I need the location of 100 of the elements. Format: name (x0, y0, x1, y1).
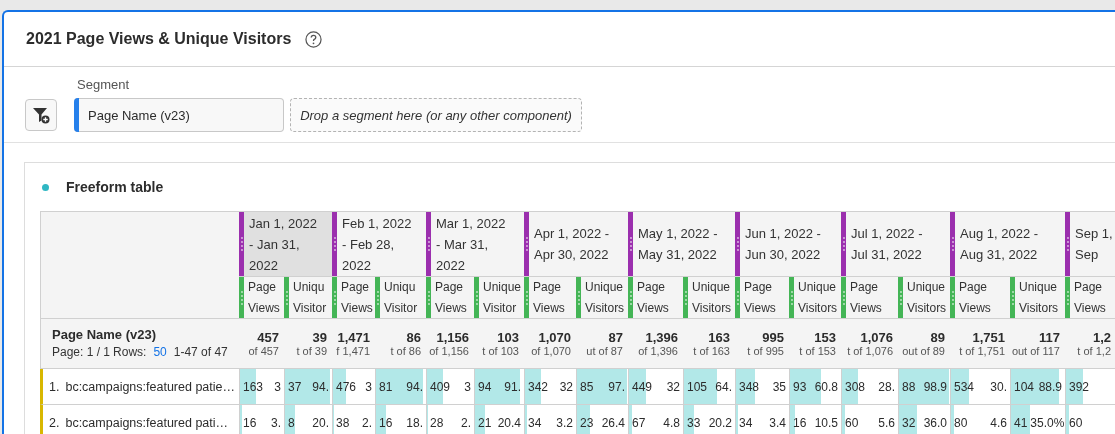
cell-value: 348 (739, 379, 760, 394)
cell-value: 476 (336, 379, 357, 394)
segment-drop-zone[interactable]: Drop a segment here (or any other component) (290, 98, 582, 132)
drag-handle-icon[interactable] (790, 289, 793, 306)
date-column-header[interactable]: Sep 1, Sep (1065, 212, 1115, 277)
column-total-share: of 1,070 (531, 345, 571, 357)
add-filter-button[interactable] (25, 99, 57, 131)
rows-per-page-link[interactable]: 50 (153, 345, 167, 359)
drag-handle-icon[interactable] (240, 289, 243, 306)
drag-handle-icon[interactable] (577, 289, 580, 306)
metric-column-header[interactable]: Unique Visitors (683, 277, 735, 319)
date-column-header[interactable]: Jun 1, 2022 - Jun 30, 2022 (735, 212, 841, 277)
metric-column-header[interactable]: Unique Visitors (1010, 277, 1065, 319)
metric-column-header[interactable]: Page Views (239, 277, 284, 319)
cell-percent: 18. (406, 415, 423, 430)
column-total-share: t of 1,751 (959, 345, 1005, 357)
column-total-share: t of 86 (390, 345, 421, 357)
date-column-header[interactable]: Apr 1, 2022 - Apr 30, 2022 (524, 212, 628, 277)
help-icon[interactable] (305, 30, 323, 48)
row-label[interactable]: 1. bc:campaigns:featured patie… (40, 369, 239, 405)
dimension-header: Page Name (v23) (52, 327, 158, 342)
cell-value: 41 (1014, 415, 1028, 430)
date-column-header[interactable]: Jan 1, 2022 - Jan 31, 2022 (239, 212, 332, 277)
cell-value: 37 (288, 379, 302, 394)
date-column-header[interactable]: May 1, 2022 - May 31, 2022 (628, 212, 735, 277)
cell-percent: 97. (608, 379, 625, 394)
drag-handle-icon[interactable] (427, 289, 430, 306)
drag-handle-icon[interactable] (525, 236, 528, 252)
panel-title: 2021 Page Views & Unique Visitors (26, 30, 292, 48)
metric-column-header[interactable]: Page Views (628, 277, 683, 319)
drag-handle-icon[interactable] (475, 289, 478, 306)
metric-column-header[interactable]: Unique Visitors (576, 277, 628, 319)
metric-column-header[interactable]: Page Views (841, 277, 898, 319)
drag-handle-icon[interactable] (629, 236, 632, 252)
metric-column-header[interactable]: Unique Visitors (898, 277, 950, 319)
date-column-header[interactable]: Feb 1, 2022 - Feb 28, 2022 (332, 212, 426, 277)
metric-column-header[interactable]: Page Views (524, 277, 576, 319)
column-total: 1,076 (860, 330, 893, 345)
drag-handle-icon[interactable] (842, 236, 845, 252)
cell-value: 8 (288, 415, 295, 430)
drag-handle-icon[interactable] (427, 236, 430, 252)
cell-percent: 32 (666, 379, 680, 394)
metric-column-header[interactable]: Page Views (1065, 277, 1115, 319)
status-dot-icon (42, 183, 49, 191)
metric-column-header[interactable]: Page Views (426, 277, 474, 319)
metric-column-header[interactable]: Page Views (950, 277, 1010, 319)
drag-handle-icon[interactable] (333, 289, 336, 306)
drag-handle-icon[interactable] (736, 289, 739, 306)
drag-handle-icon[interactable] (285, 289, 288, 306)
metric-column-header[interactable]: Page Views (735, 277, 789, 319)
drag-handle-icon[interactable] (1066, 289, 1069, 306)
cell-value: 32 (902, 415, 916, 430)
drag-handle-icon[interactable] (240, 236, 243, 252)
cell-percent: 4.6 (990, 415, 1007, 430)
cell-percent: 26.4 (601, 415, 625, 430)
metric-column-header[interactable]: Unique Visitors (789, 277, 841, 319)
drag-handle-icon[interactable] (1011, 289, 1014, 306)
drag-handle-icon[interactable] (1066, 236, 1069, 252)
cell-value: 16 (243, 415, 257, 430)
cell-percent: 20.2 (708, 415, 732, 430)
cell-value: 16 (793, 415, 807, 430)
cell-percent: 60.8 (814, 379, 838, 394)
date-column-header[interactable]: Mar 1, 2022 - Mar 31, 2022 (426, 212, 524, 277)
drag-handle-icon[interactable] (951, 289, 954, 306)
cell-value: 81 (379, 379, 393, 394)
column-total: 1,396 (645, 330, 678, 345)
date-column-header[interactable]: Aug 1, 2022 - Aug 31, 2022 (950, 212, 1065, 277)
date-column-header[interactable]: Jul 1, 2022 - Jul 31, 2022 (841, 212, 950, 277)
column-total: 86 (406, 330, 421, 345)
cell-value: 34 (528, 415, 542, 430)
column-total-share: of 457 (248, 345, 279, 357)
segment-chip[interactable]: Page Name (v23) (74, 98, 284, 132)
column-total-share: out of 89 (902, 345, 945, 357)
metric-column-header[interactable]: Uniqu Visitor (284, 277, 332, 319)
drag-handle-icon[interactable] (951, 236, 954, 252)
metric-column-header[interactable]: Uniqu Visitor (375, 277, 426, 319)
drag-handle-icon[interactable] (629, 289, 632, 306)
column-total: 1,751 (972, 330, 1005, 345)
cell-percent: 98.9 (923, 379, 947, 394)
cell-percent: 10.5 (814, 415, 838, 430)
rows-label: Rows: (113, 345, 147, 359)
column-total-share: t of 163 (693, 345, 730, 357)
drag-handle-icon[interactable] (376, 289, 379, 306)
cell-value: 23 (580, 415, 594, 430)
column-total-share: of 1,396 (638, 345, 678, 357)
drag-handle-icon[interactable] (525, 289, 528, 306)
drag-handle-icon[interactable] (842, 289, 845, 306)
drag-handle-icon[interactable] (333, 236, 336, 252)
cell-percent: 28. (878, 379, 895, 394)
cell-value: 94 (478, 379, 492, 394)
metric-column-header[interactable]: Page Views (332, 277, 375, 319)
column-total: 1,471 (337, 330, 370, 345)
cell-value: 33 (687, 415, 701, 430)
drag-handle-icon[interactable] (899, 289, 902, 306)
drag-handle-icon[interactable] (684, 289, 687, 306)
row-range: 1-47 of 47 (173, 345, 228, 359)
column-total-share: of 1,156 (429, 345, 469, 357)
drag-handle-icon[interactable] (736, 236, 739, 252)
cell-value: 60 (1069, 415, 1083, 430)
metric-column-header[interactable]: Unique Visitor (474, 277, 524, 319)
